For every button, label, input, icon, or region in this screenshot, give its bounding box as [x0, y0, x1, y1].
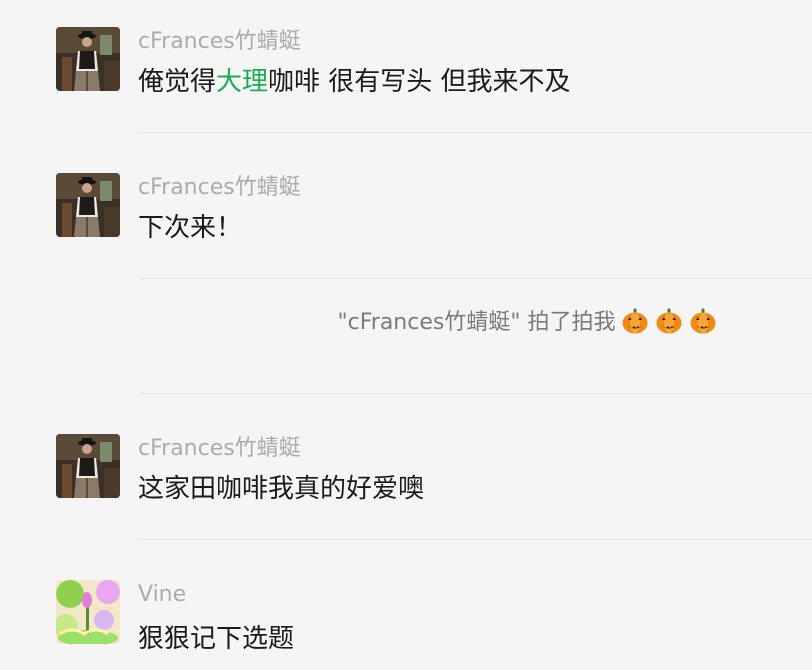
message-text[interactable]: 俺觉得大理咖啡 很有写头 但我来不及	[138, 69, 571, 95]
avatar[interactable]	[56, 173, 120, 237]
avatar[interactable]	[56, 27, 120, 91]
message: cFrances竹蜻蜓 下次来！	[0, 133, 812, 279]
sender-name: cFrances竹蜻蜓	[138, 175, 301, 200]
message-text[interactable]: 下次来！	[138, 215, 242, 241]
message: cFrances竹蜻蜓 这家田咖啡我真的好爱噢	[0, 394, 812, 540]
message: cFrances竹蜻蜓 俺觉得大理咖啡 很有写头 但我来不及	[0, 0, 812, 133]
system-notice: "cFrances竹蜻蜓" 拍了拍我	[0, 279, 812, 394]
highlighted-keyword[interactable]: 大理	[216, 67, 268, 97]
message: Vine 狠狠记下选题	[0, 540, 812, 670]
pat-notice-text: "cFrances竹蜻蜓" 拍了拍我	[337, 310, 616, 335]
pat-notice: "cFrances竹蜻蜓" 拍了拍我	[0, 307, 812, 335]
avatar[interactable]	[56, 434, 120, 498]
pumpkin-icon	[689, 307, 717, 335]
message-text[interactable]: 这家田咖啡我真的好爱噢	[138, 476, 424, 502]
avatar[interactable]	[56, 580, 120, 644]
pumpkin-icon	[655, 307, 683, 335]
sender-name: cFrances竹蜻蜓	[138, 436, 301, 461]
sender-name: Vine	[138, 582, 187, 607]
message-text[interactable]: 狠狠记下选题	[138, 626, 294, 652]
message-text-part: 咖啡 很有写头 但我来不及	[268, 67, 571, 97]
pumpkin-icon	[621, 307, 649, 335]
message-text-part: 俺觉得	[138, 67, 217, 97]
sender-name: cFrances竹蜻蜓	[138, 29, 301, 54]
